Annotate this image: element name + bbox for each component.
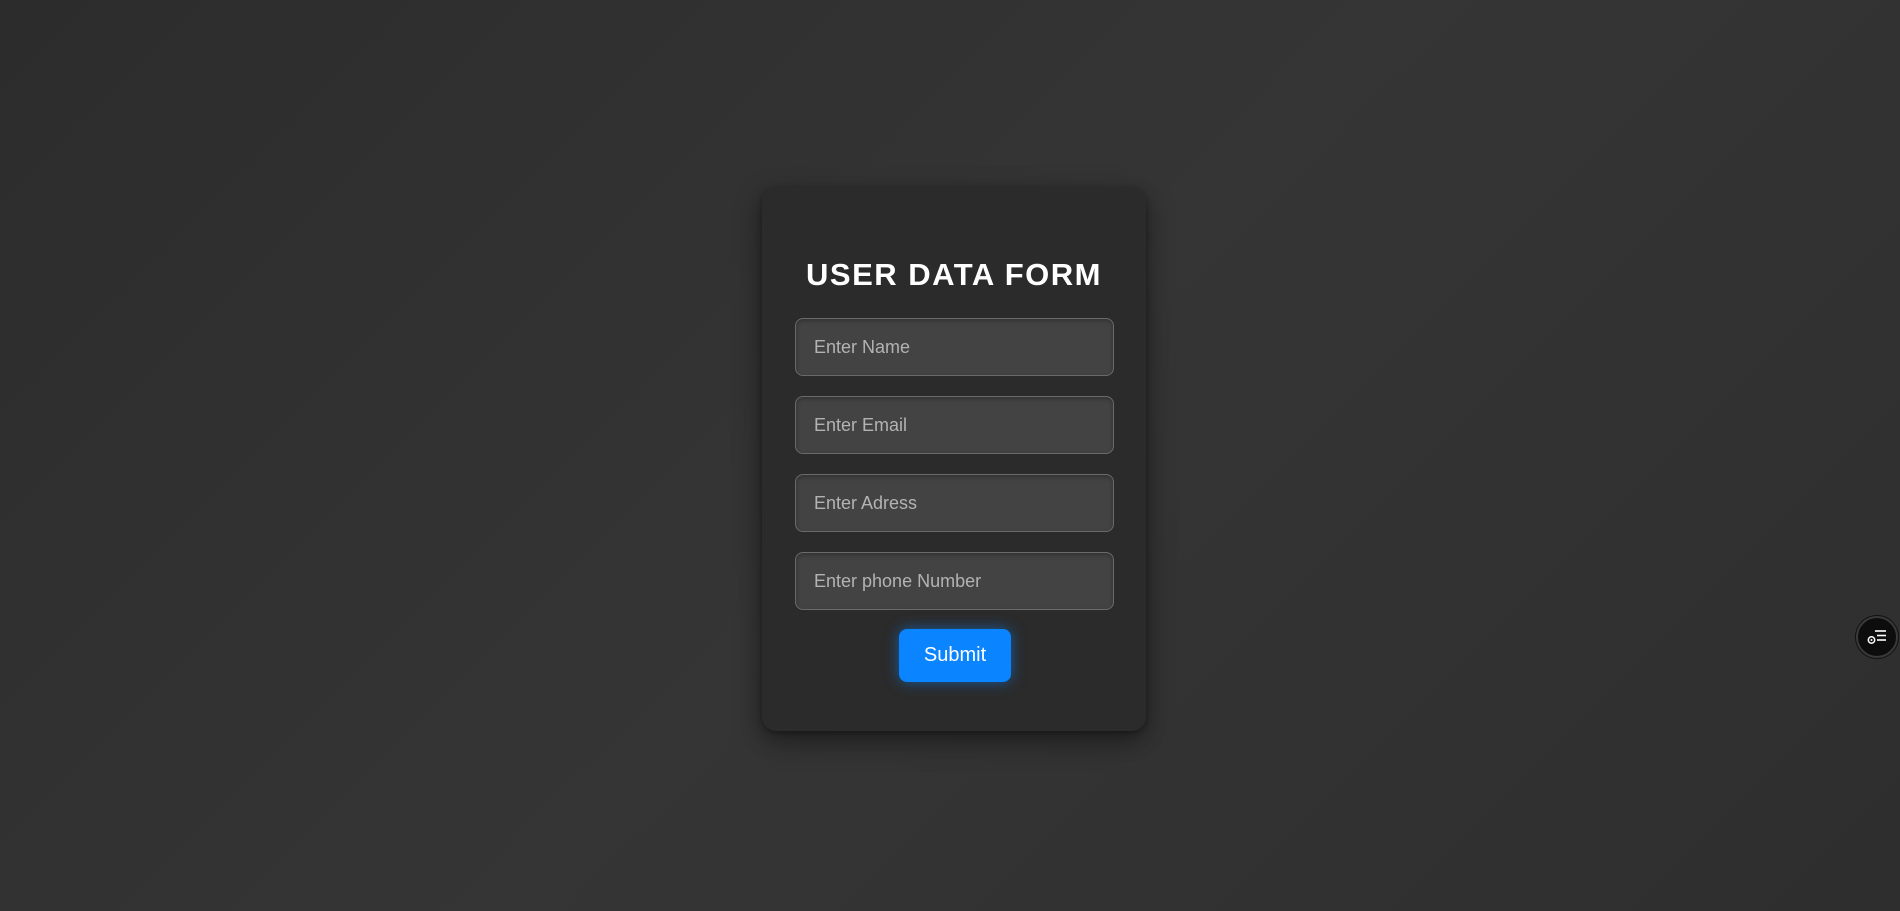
user-data-form-card: USER DATA FORM Submit	[762, 187, 1146, 731]
email-input[interactable]	[795, 396, 1114, 454]
floating-widget-button[interactable]	[1856, 616, 1898, 658]
address-input[interactable]	[795, 474, 1114, 532]
settings-list-icon	[1866, 628, 1888, 646]
form-title: USER DATA FORM	[806, 257, 1102, 292]
name-input[interactable]	[795, 318, 1114, 376]
submit-button[interactable]: Submit	[899, 629, 1011, 682]
phone-number-input[interactable]	[795, 552, 1114, 610]
